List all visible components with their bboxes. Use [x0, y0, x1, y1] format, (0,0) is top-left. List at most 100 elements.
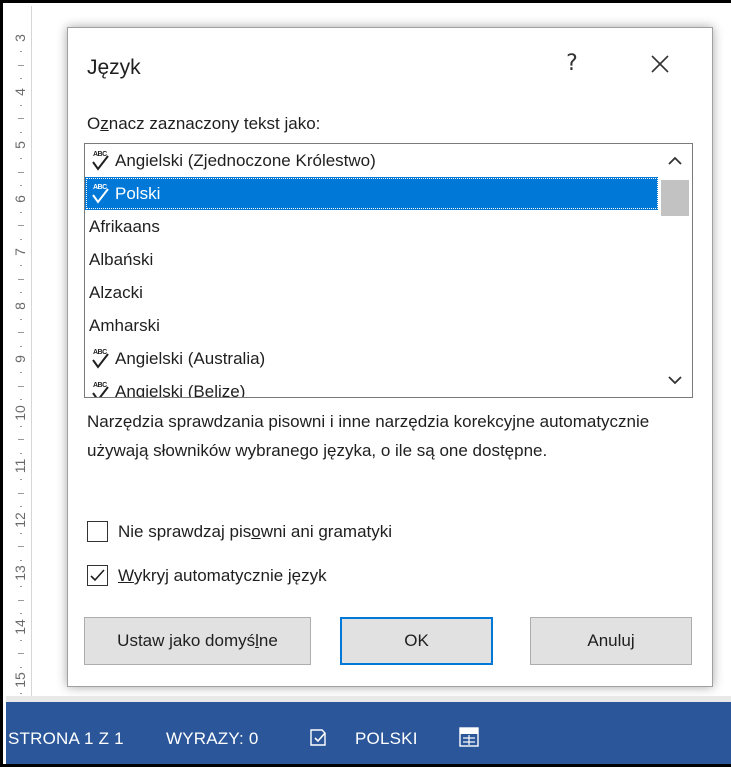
- language-list-item[interactable]: Afrikaans: [85, 210, 659, 243]
- ruler-tick: [18, 492, 24, 494]
- ruler-tick: [20, 372, 22, 374]
- ruler-number: 7: [12, 248, 28, 256]
- language-list-item[interactable]: Albański: [85, 243, 659, 276]
- ruler-tick: [20, 131, 22, 133]
- ruler-number: 9: [12, 355, 28, 363]
- ruler-tick: [18, 439, 24, 441]
- ruler-tick: [18, 64, 24, 66]
- ruler-number: 11: [12, 458, 28, 474]
- dialog-title: Język: [87, 56, 141, 79]
- auto-detect-label: Wykryj automatycznie język: [118, 566, 327, 586]
- ruler-tick: [18, 653, 24, 655]
- scroll-down-button[interactable]: [658, 363, 692, 397]
- ruler-tick: [20, 51, 22, 53]
- no-proofing-checkbox[interactable]: [87, 521, 108, 542]
- ruler-tick: [20, 238, 22, 240]
- language-list-item[interactable]: Alzacki: [85, 276, 659, 309]
- language-list-item[interactable]: ABC Polski: [85, 177, 659, 210]
- auto-detect-label-rest: ykryj automatycznie język: [133, 565, 327, 585]
- no-proofing-label-prefix: Nie sprawdzaj pis: [118, 521, 252, 541]
- proofing-description: Narzędzia sprawdzania pisowni i inne nar…: [87, 412, 650, 460]
- ruler-tick: [18, 225, 24, 227]
- list-scrollbar[interactable]: [658, 144, 692, 397]
- spellcheck-checkmark: [92, 385, 109, 397]
- ruler-tick: [20, 104, 22, 106]
- ruler-number: 12: [12, 511, 28, 528]
- language-listbox[interactable]: ABC Angielski (Zjednoczone Królestwo) ABC P…: [84, 143, 693, 398]
- chevron-down-icon: [668, 376, 682, 385]
- ruler-number: 10: [12, 404, 28, 421]
- language-list-item[interactable]: ABC Angielski (Zjednoczone Królestwo): [85, 144, 659, 177]
- ruler-tick: [18, 599, 24, 601]
- ruler-number: 6: [12, 194, 28, 203]
- language-label: Afrikaans: [89, 217, 160, 236]
- language-label: Albański: [89, 250, 154, 269]
- auto-detect-label-accel: W: [118, 565, 134, 585]
- no-proofing-label: Nie sprawdzaj pisowni ani gramatyki: [118, 522, 392, 542]
- ruler-tick: [20, 639, 22, 641]
- ruler-tick: [18, 171, 24, 173]
- proofing-status-icon[interactable]: [308, 727, 330, 749]
- ok-button[interactable]: OK: [340, 617, 493, 665]
- ruler-tick: [20, 452, 22, 454]
- set-default-button[interactable]: Ustaw jako domyś l ne: [84, 617, 311, 665]
- no-proofing-option[interactable]: Nie sprawdzaj pisowni ani gramatyki: [87, 521, 392, 542]
- ruler-number: 4: [12, 87, 28, 96]
- page-count[interactable]: STRONA 1 Z 1: [8, 729, 124, 749]
- language-label: Amharski: [89, 316, 160, 335]
- ruler-number: 8: [12, 301, 28, 310]
- auto-detect-checkbox[interactable]: [87, 565, 108, 586]
- close-button[interactable]: [642, 46, 678, 82]
- status-bar-separator: [6, 696, 731, 702]
- scroll-up-button[interactable]: [658, 144, 692, 178]
- ruler-tick: [20, 425, 22, 427]
- language-list-item[interactable]: Amharski: [85, 309, 659, 342]
- word-count[interactable]: WYRAZY: 0: [166, 729, 259, 749]
- set-default-label-rest: ne: [258, 631, 278, 650]
- mark-text-label-rest: nacz zaznaczony tekst jako:: [108, 114, 321, 133]
- language-list-item[interactable]: ABC Angielski (Australia): [85, 342, 659, 375]
- ruler-number: 5: [12, 141, 28, 149]
- set-default-label-prefix: Ustaw jako domyś: [117, 631, 256, 650]
- ruler-tick: [18, 278, 24, 280]
- language-label: Angielski (Australia): [115, 349, 266, 368]
- spellcheck-icon: ABC: [89, 184, 111, 204]
- spellcheck-checkmark: [92, 154, 109, 171]
- language-list-item[interactable]: ABC Angielski (Belize): [85, 375, 659, 398]
- spellcheck-checkmark: [92, 187, 109, 204]
- ruler-tick: [20, 265, 22, 267]
- ruler-tick: [20, 78, 22, 80]
- spellcheck-icon: ABC: [89, 151, 111, 171]
- ruler-tick: [20, 693, 22, 695]
- auto-detect-option[interactable]: Wykryj automatycznie język: [87, 565, 327, 586]
- ruler-number: 14: [12, 618, 28, 635]
- mark-text-label-prefix: O: [87, 114, 101, 133]
- ruler-number: 15: [12, 672, 28, 688]
- macro-recording-icon[interactable]: [458, 726, 480, 748]
- language-label: Alzacki: [89, 283, 143, 302]
- ruler-tick: [20, 345, 22, 347]
- ruler-tick: [20, 666, 22, 668]
- ruler-tick: [20, 532, 22, 534]
- spellcheck-checkmark: [92, 352, 109, 369]
- ruler-tick: [20, 506, 22, 508]
- spellcheck-icon: ABC: [89, 382, 111, 397]
- close-icon: [651, 55, 669, 73]
- ruler-tick: [18, 118, 24, 120]
- ruler-number: 13: [12, 565, 28, 581]
- ruler-tick: [18, 385, 24, 387]
- language-status[interactable]: POLSKI: [355, 729, 418, 749]
- ruler-tick: [20, 185, 22, 187]
- no-proofing-label-rest: wni ani gramatyki: [260, 521, 393, 541]
- ruler-tick: [20, 399, 22, 401]
- ruler-tick: [20, 586, 22, 588]
- ruler-tick: [20, 292, 22, 294]
- cancel-button[interactable]: Anuluj: [530, 617, 692, 665]
- language-label: Angielski (Belize): [115, 382, 246, 398]
- language-list: ABC Angielski (Zjednoczone Królestwo) ABC P…: [85, 144, 659, 398]
- help-button[interactable]: ?: [555, 46, 589, 82]
- spellcheck-icon: ABC: [89, 349, 111, 369]
- mark-text-label-accel: z: [100, 114, 109, 133]
- scroll-thumb[interactable]: [661, 180, 689, 216]
- language-dialog: Język ? Oznacz zaznaczony tekst jako: AB…: [67, 27, 713, 687]
